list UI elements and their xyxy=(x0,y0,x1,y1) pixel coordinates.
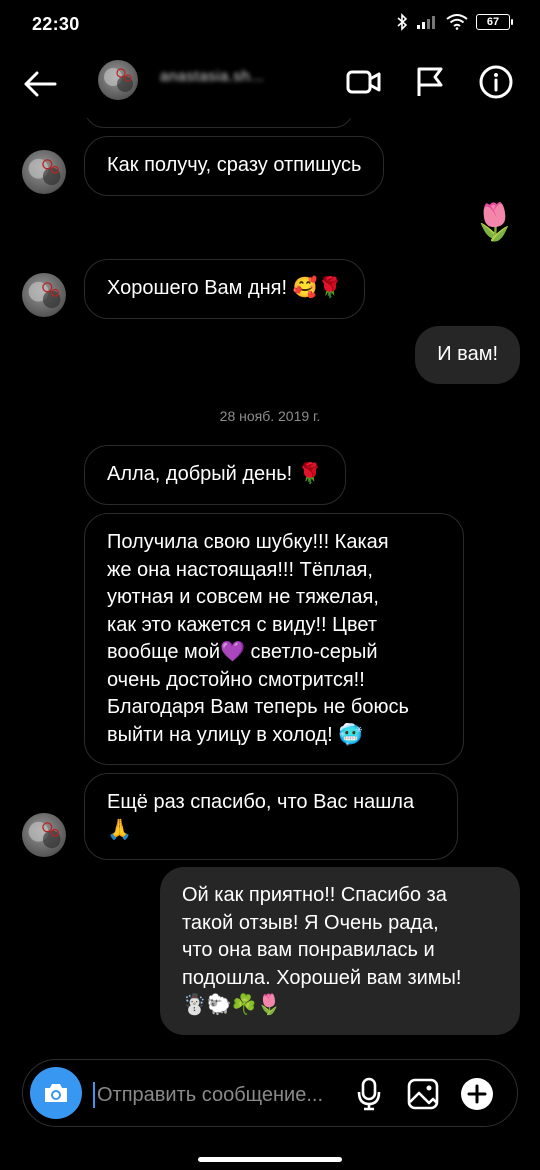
incoming-message[interactable]: Получила свою шубку!!! Какая же она наст… xyxy=(84,513,464,765)
status-icons: 67 xyxy=(396,13,513,31)
sender-avatar[interactable] xyxy=(22,813,66,857)
microphone-icon xyxy=(357,1077,381,1111)
incoming-message[interactable]: Ещё раз спасибо, что Вас нашла 🙏 xyxy=(84,773,458,860)
avatar-image xyxy=(28,821,61,849)
bluetooth-icon xyxy=(397,13,408,31)
outgoing-message[interactable]: И вам! xyxy=(415,326,520,384)
plus-icon xyxy=(461,1078,493,1110)
incoming-message[interactable]: Хорошего Вам дня! 🥰🌹 xyxy=(84,259,366,319)
voice-message-button[interactable] xyxy=(349,1074,389,1114)
text-caret xyxy=(93,1082,95,1108)
message-input[interactable] xyxy=(97,1082,357,1108)
sender-avatar[interactable] xyxy=(22,150,66,194)
contact-name[interactable]: anastasia.sh... xyxy=(160,68,264,85)
flag-icon xyxy=(417,67,443,96)
incoming-message[interactable]: Алла, добрый день! 🌹 xyxy=(84,445,346,505)
more-options-button[interactable] xyxy=(457,1074,497,1114)
status-bar: 22:30 67 xyxy=(0,0,540,48)
camera-icon xyxy=(45,1084,67,1102)
sender-avatar[interactable] xyxy=(22,273,66,317)
incoming-message[interactable]: Как получу, сразу отпишусь xyxy=(84,136,385,196)
gallery-icon xyxy=(407,1078,439,1110)
avatar-image xyxy=(104,68,133,92)
camera-button[interactable] xyxy=(30,1067,82,1119)
outgoing-emoji-message[interactable]: 🌷 xyxy=(472,204,517,240)
signal-icon xyxy=(417,16,435,29)
info-icon xyxy=(479,65,513,99)
message-composer xyxy=(22,1059,518,1127)
contact-avatar[interactable] xyxy=(98,60,138,100)
status-time: 22:30 xyxy=(32,14,80,34)
chat-header: anastasia.sh... xyxy=(0,48,540,118)
gallery-button[interactable] xyxy=(403,1074,443,1114)
avatar-image xyxy=(28,158,61,186)
back-button[interactable] xyxy=(20,64,60,104)
report-button[interactable] xyxy=(410,62,450,102)
home-indicator[interactable] xyxy=(198,1157,342,1162)
date-separator: 28 нояб. 2019 г. xyxy=(219,408,321,424)
info-button[interactable] xyxy=(476,62,516,102)
wifi-icon xyxy=(446,14,468,30)
previous-message-bubble xyxy=(84,118,354,128)
video-call-icon xyxy=(346,70,381,94)
avatar-image xyxy=(28,281,61,309)
battery-icon: 67 xyxy=(476,14,513,30)
video-call-button[interactable] xyxy=(344,62,384,102)
message-thread[interactable]: Как получу, сразу отпишусь 🌷 Хорошего Ва… xyxy=(0,118,540,1040)
back-arrow-icon xyxy=(24,71,57,97)
outgoing-message[interactable]: Ой как приятно!! Спасибо за такой отзыв!… xyxy=(160,867,520,1035)
